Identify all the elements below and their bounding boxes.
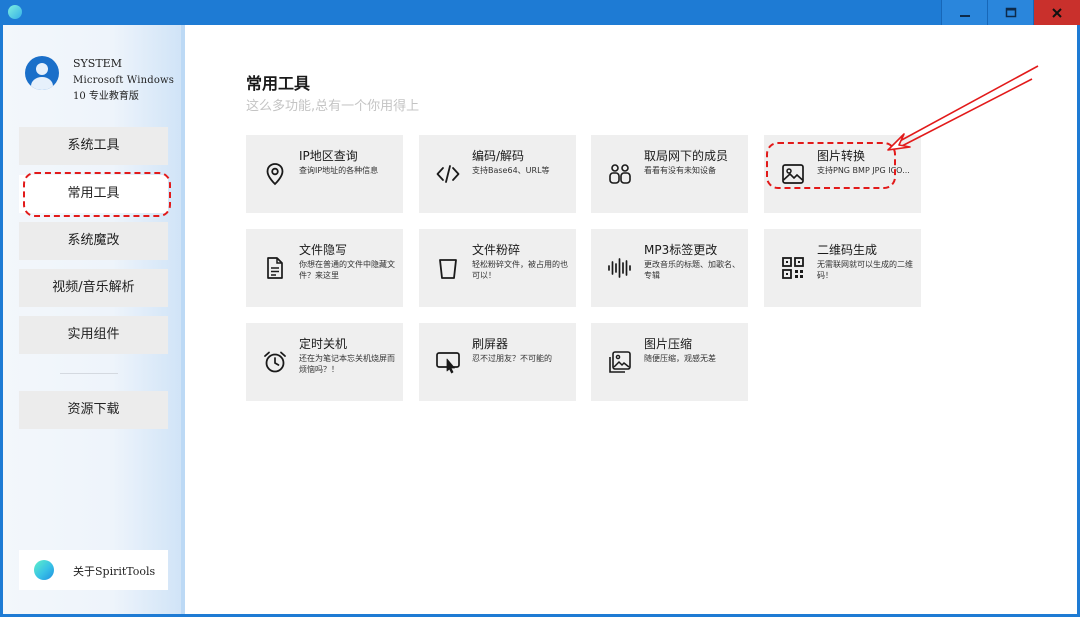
- annotation-arrow-icon: [887, 65, 1039, 151]
